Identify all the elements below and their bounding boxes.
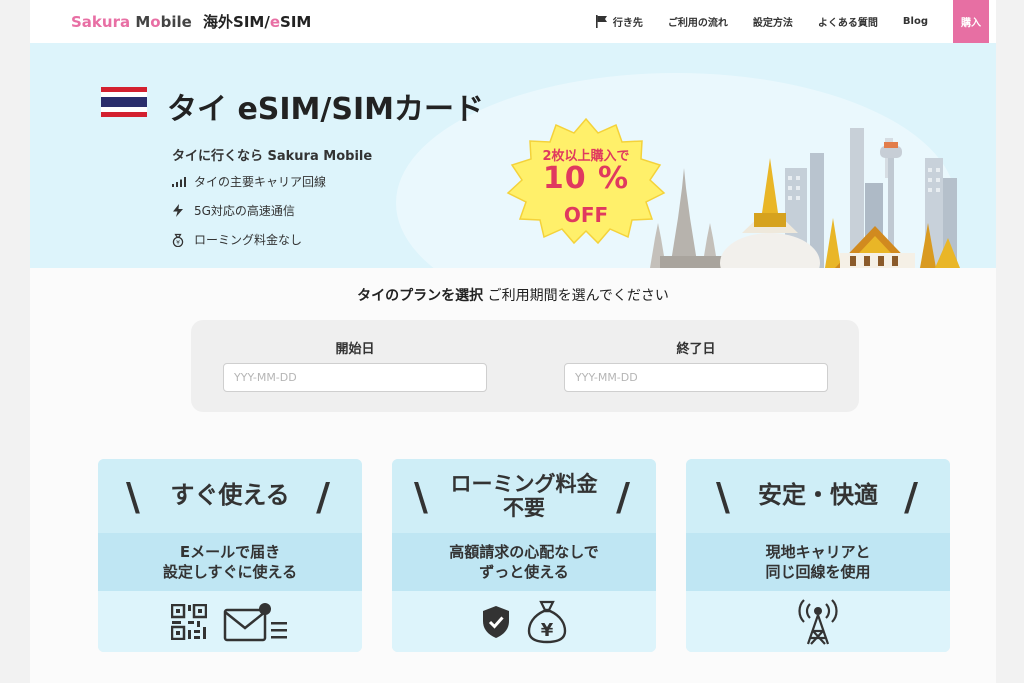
card-icons	[98, 591, 362, 652]
date-picker-panel: 開始日 終了日	[191, 320, 859, 412]
start-date-label: 開始日	[335, 342, 375, 357]
page-title: タイ eSIM/SIMカード	[167, 92, 484, 127]
yen-money-bag-icon: ¥	[527, 600, 567, 643]
lightning-icon	[172, 204, 188, 217]
end-date-input[interactable]	[564, 363, 828, 392]
card-title: 安定・快適	[758, 481, 878, 510]
coin-bag-icon: ¥	[172, 233, 188, 247]
main-nav: 行き先 ご利用の流れ 設定方法 よくある質問 Blog 購入	[595, 0, 996, 43]
feature-carrier: タイの主要キャリア回線	[172, 173, 326, 190]
card-title: ローミング料金 不要	[450, 471, 598, 520]
nav-setup[interactable]: 設定方法	[753, 14, 793, 29]
end-date-label: 終了日	[676, 342, 716, 357]
card-description: Eメールで届き 設定しすぐに使える	[98, 533, 362, 591]
feature-5g: 5G対応の高速通信	[172, 202, 295, 219]
nav-usage-flow[interactable]: ご利用の流れ	[668, 14, 728, 29]
signal-bars-icon	[172, 176, 188, 187]
card-title: すぐ使える	[170, 481, 290, 510]
hero-subtitle: タイに行くなら Sakura Mobile	[172, 149, 373, 164]
nav-destinations[interactable]: 行き先	[595, 14, 643, 29]
hero-banner: タイ eSIM/SIMカード タイに行くなら Sakura Mobile タイの…	[30, 43, 996, 268]
svg-text:¥: ¥	[541, 620, 554, 641]
card-description: 現地キャリアと 同じ回線を使用	[686, 533, 950, 591]
card-icons	[686, 591, 950, 652]
feature-card-stable: \ / 安定・快適 現地キャリアと 同じ回線を使用	[686, 459, 950, 652]
nav-label: 行き先	[612, 18, 643, 29]
signal-tower-icon	[798, 598, 838, 645]
page: Sakura Mobile 海外SIM/eSIM 行き先 ご利用の流れ 設定方法…	[30, 0, 996, 683]
top-navigation-bar: Sakura Mobile 海外SIM/eSIM 行き先 ご利用の流れ 設定方法…	[30, 0, 996, 43]
feature-card-no-roaming: \ / ローミング料金 不要 高額請求の心配なしで ずっと使える ¥	[392, 459, 656, 652]
qr-code-icon	[171, 603, 207, 640]
nav-faq[interactable]: よくある質問	[818, 14, 878, 29]
buy-button[interactable]: 購入	[953, 0, 989, 43]
thailand-flag-icon	[101, 87, 147, 117]
shield-check-icon	[483, 605, 509, 638]
start-date-input[interactable]	[223, 363, 487, 392]
site-logo[interactable]: Sakura Mobile 海外SIM/eSIM	[71, 11, 311, 32]
svg-text:¥: ¥	[176, 239, 180, 246]
nav-blog[interactable]: Blog	[903, 16, 928, 27]
card-icons: ¥	[392, 591, 656, 652]
bangkok-skyline-illustration	[650, 128, 960, 268]
card-description: 高額請求の心配なしで ずっと使える	[392, 533, 656, 591]
feature-no-roaming: ¥ ローミング料金なし	[172, 231, 302, 248]
email-icon	[223, 602, 287, 641]
flag-icon	[595, 15, 607, 28]
plan-selection-heading: タイのプランを選択 ご利用期間を選んでください	[357, 288, 669, 304]
feature-card-instant: \ / すぐ使える Eメールで届き 設定しすぐに使える	[98, 459, 362, 652]
